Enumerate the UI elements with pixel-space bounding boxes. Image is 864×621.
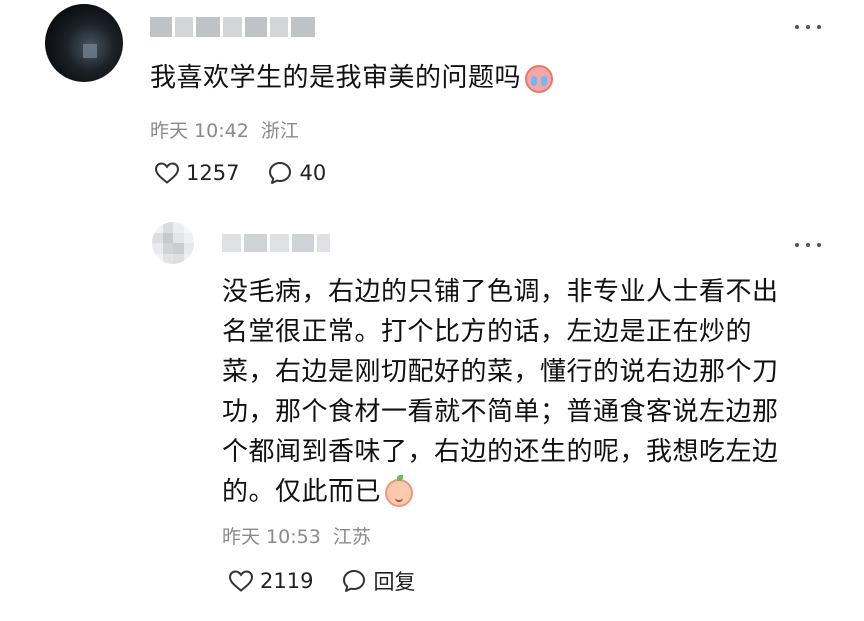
reply-avatar[interactable] <box>152 222 194 264</box>
reply-label: 回复 <box>373 570 416 594</box>
reply-count: 40 <box>299 161 327 185</box>
reply-line: 个都闻到香味了，右边的还生的呢，我想吃左边 <box>222 437 779 467</box>
comment-location: 浙江 <box>260 120 299 142</box>
like-count: 1257 <box>186 161 240 185</box>
reply-line-last: 的。仅此而已 <box>222 472 779 512</box>
reply-meta: 昨天 10:53 江苏 <box>222 522 371 549</box>
comment-actions: 1257 40 <box>154 160 354 186</box>
reply-line: 没毛病，右边的只铺了色调，非专业人士看不出 <box>222 277 779 307</box>
crying-face-icon <box>525 64 554 93</box>
heart-outline-icon <box>154 162 180 184</box>
like-button[interactable]: 2119 <box>228 569 313 593</box>
comment-time: 昨天 10:42 <box>150 120 249 142</box>
more-dots-icon[interactable] <box>795 240 821 250</box>
like-button[interactable]: 1257 <box>154 161 239 185</box>
speech-bubble-icon <box>269 162 292 184</box>
reply-line: 名堂很正常。打个比方的话，左边是正在炒的 <box>222 317 753 347</box>
more-dots-icon[interactable] <box>795 22 821 32</box>
reply-text: 没毛病，右边的只铺了色调，非专业人士看不出 名堂很正常。打个比方的话，左边是正在… <box>222 272 779 512</box>
reply-line: 菜，右边是刚切配好的菜，懂行的说右边那个刀 <box>222 357 779 387</box>
reply-time: 昨天 10:53 <box>222 526 321 548</box>
reply-button[interactable]: 回复 <box>341 566 415 596</box>
reply-line: 的。仅此而已 <box>222 477 382 507</box>
reply-count-button[interactable]: 40 <box>267 160 326 186</box>
comment-meta: 昨天 10:42 浙江 <box>150 116 299 143</box>
comment-body: 我喜欢学生的是我审美的问题吗 <box>150 63 522 93</box>
speech-bubble-icon <box>343 570 366 592</box>
avatar[interactable] <box>45 4 123 82</box>
heart-outline-icon <box>228 570 254 592</box>
comment-text: 我喜欢学生的是我审美的问题吗 <box>150 58 554 98</box>
like-count: 2119 <box>260 569 314 593</box>
reply-username-blurred[interactable] <box>222 232 331 254</box>
username-blurred[interactable] <box>150 14 315 40</box>
reply-actions: 2119 回复 <box>228 566 443 596</box>
reply-location: 江苏 <box>332 526 371 548</box>
peach-smile-icon <box>385 474 414 507</box>
reply-line: 功，那个食材一看就不简单；普通食客说左边那 <box>222 397 779 427</box>
comment-thread: 我喜欢学生的是我审美的问题吗 昨天 10:42 浙江 1257 40 没毛病，右… <box>0 0 864 621</box>
